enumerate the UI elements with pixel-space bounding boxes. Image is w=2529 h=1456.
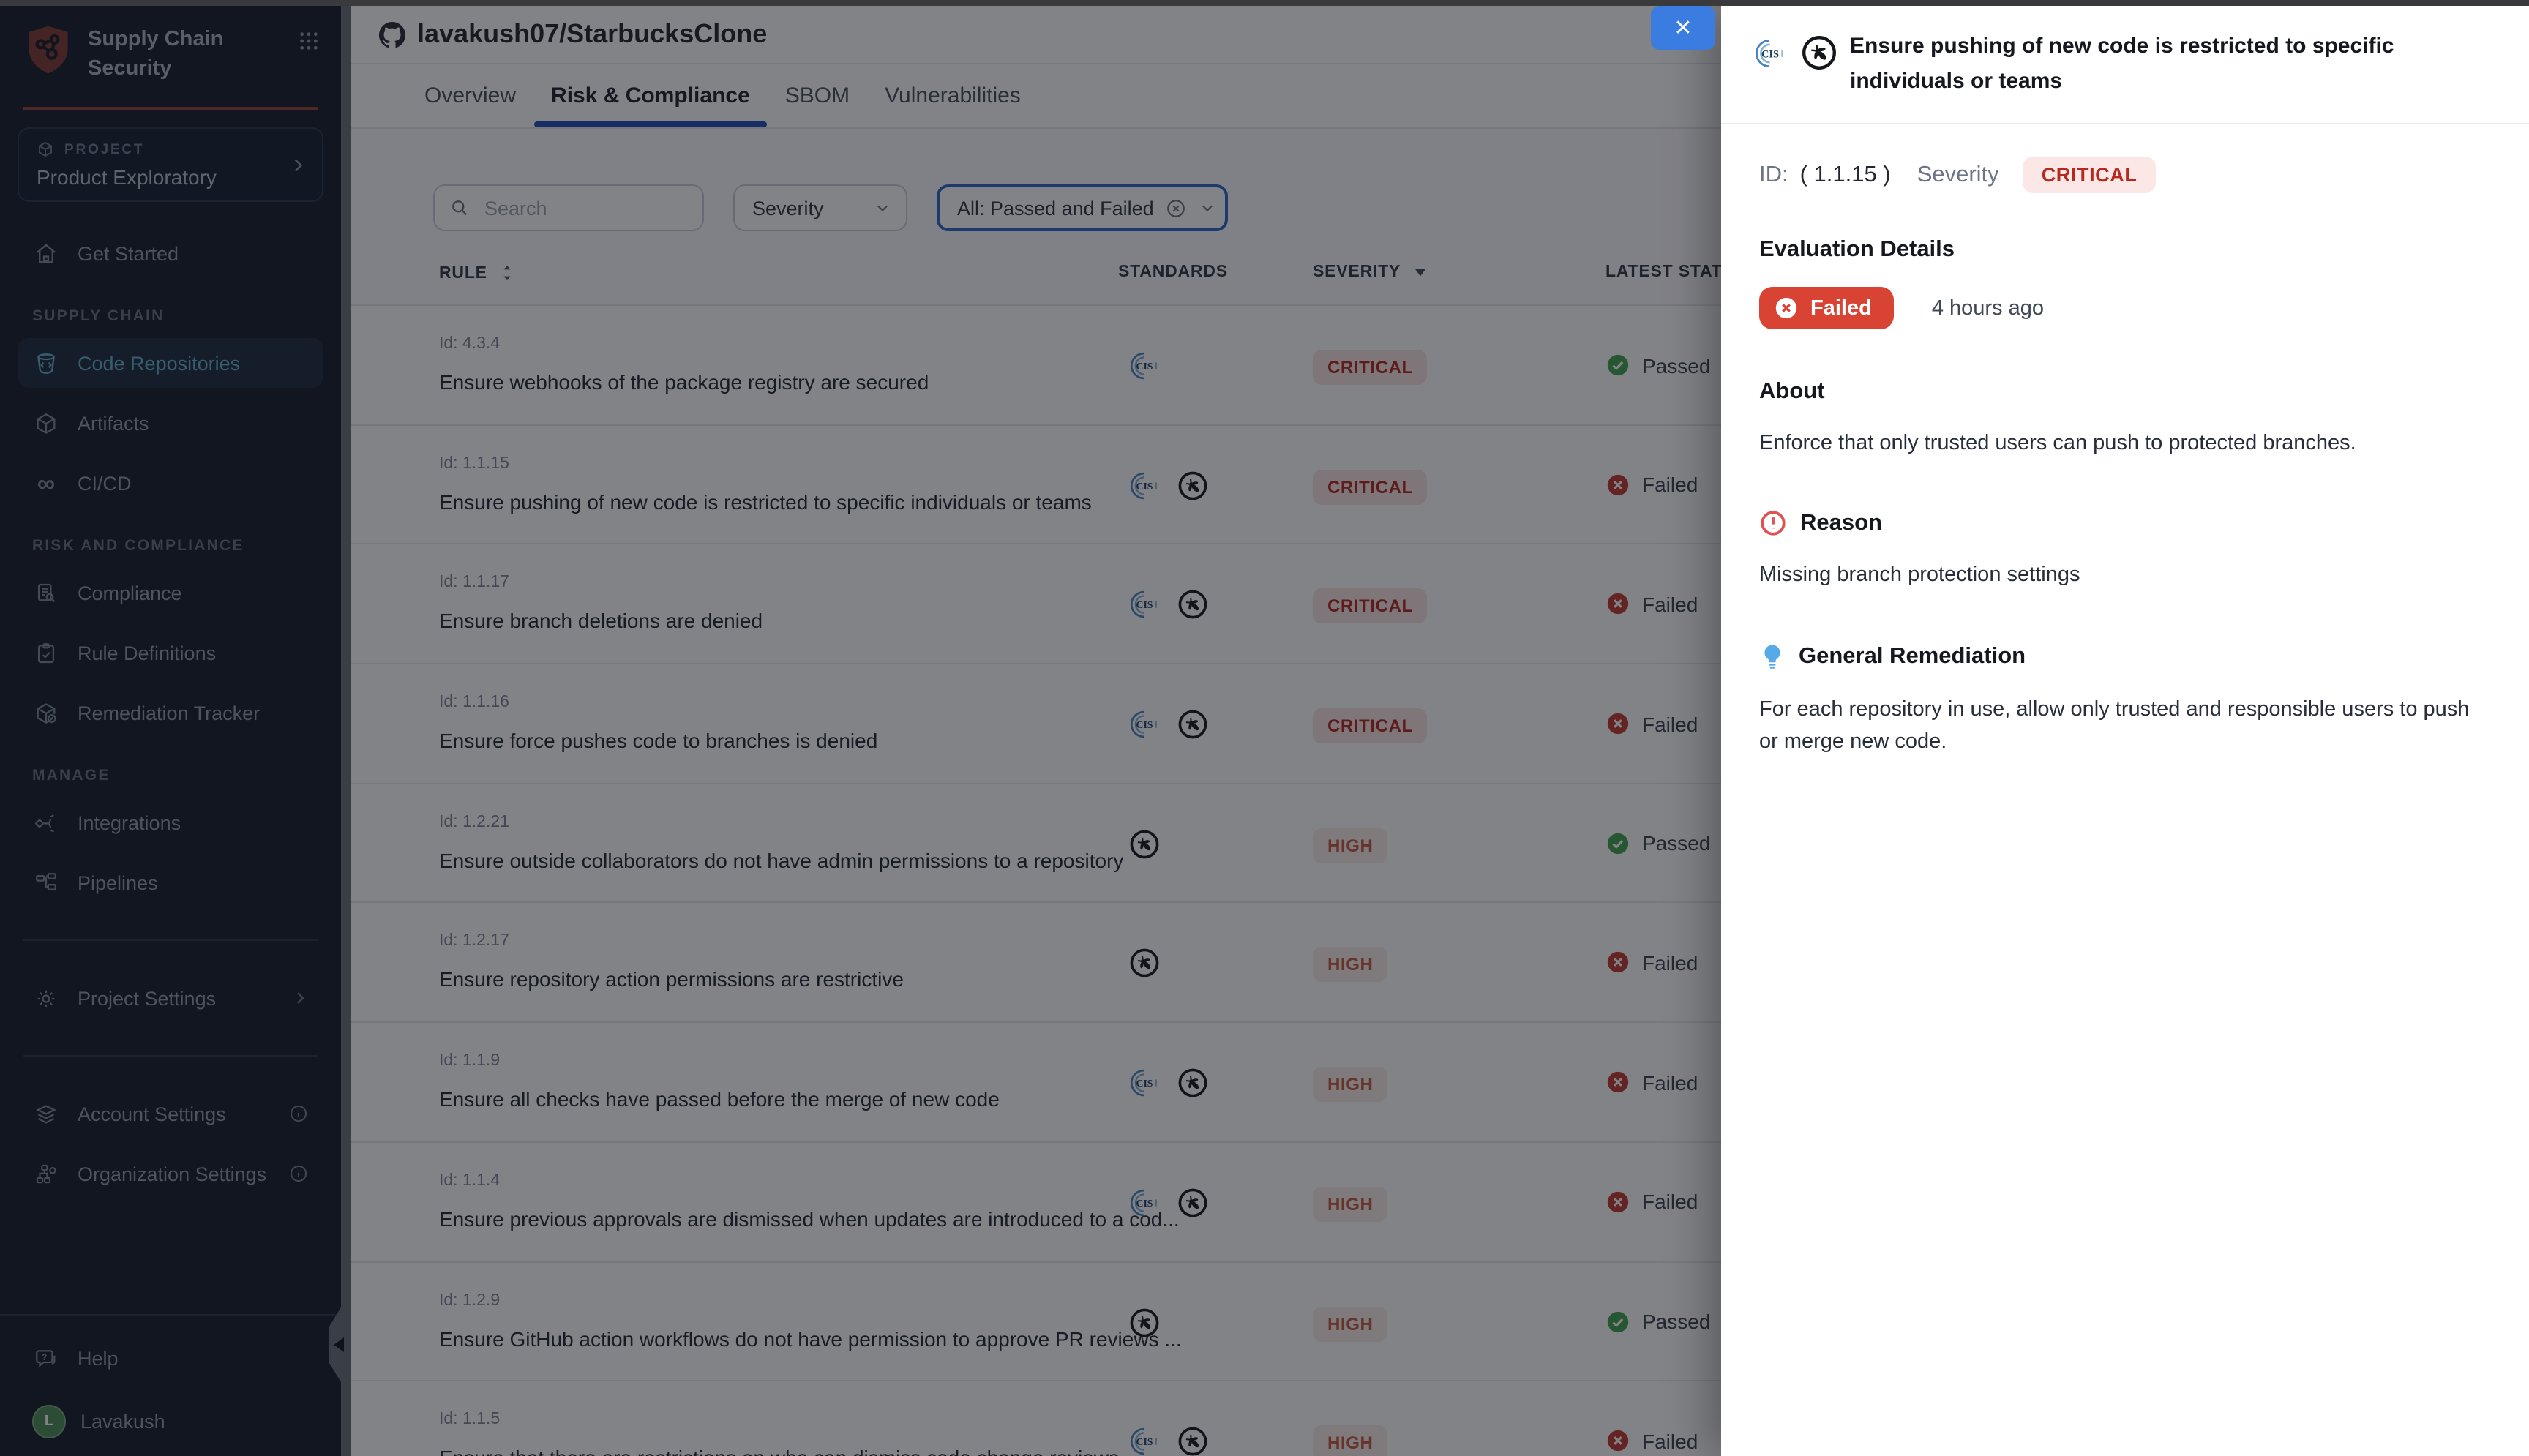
reason-section: Reason Missing branch protection setting… [1759,510,2491,593]
evaluation-heading: Evaluation Details [1759,237,2491,263]
window-top-strip [0,0,2529,6]
id-label: ID: [1759,162,1788,188]
remediation-section: General Remediation For each repository … [1759,642,2491,759]
svg-text:CIS: CIS [1761,48,1779,59]
reason-heading: Reason [1800,511,1882,537]
cis-standard-icon: CIS [1753,36,1787,70]
alert-circle-icon [1759,510,1787,538]
modal-dim-overlay[interactable] [0,0,1721,1456]
evaluated-timestamp: 4 hours ago [1932,296,2044,320]
x-circle-icon [1774,296,1799,320]
close-panel-button[interactable]: ✕ [1651,6,1715,50]
about-heading: About [1759,379,2491,405]
failed-status-label: Failed [1810,296,1872,320]
app-window: Supply Chain Security PROJECT Product Ex… [0,0,2529,1456]
about-section: About Enforce that only trusted users ca… [1759,379,2491,460]
severity-badge: CRITICAL [2023,157,2157,193]
remediation-heading: General Remediation [1799,644,2026,670]
id-value: ( 1.1.15 ) [1800,162,1891,188]
owasp-standard-icon [1800,34,1838,72]
panel-title: Ensure pushing of new code is restricted… [1850,29,2482,100]
rule-detail-panel: CIS Ensure pushing of new code is restri… [1721,6,2529,1456]
remediation-text: For each repository in use, allow only t… [1759,694,2491,759]
reason-text: Missing branch protection settings [1759,560,2491,593]
panel-id-row: ID: ( 1.1.15 ) Severity CRITICAL [1759,157,2491,193]
failed-status-badge: Failed [1759,287,1894,329]
about-text: Enforce that only trusted users can push… [1759,427,2491,460]
lightbulb-icon [1759,642,1786,672]
panel-header: CIS Ensure pushing of new code is restri… [1721,6,2529,124]
evaluation-section: Evaluation Details Failed 4 hours ago [1759,237,2491,329]
severity-label: Severity [1917,162,1999,188]
